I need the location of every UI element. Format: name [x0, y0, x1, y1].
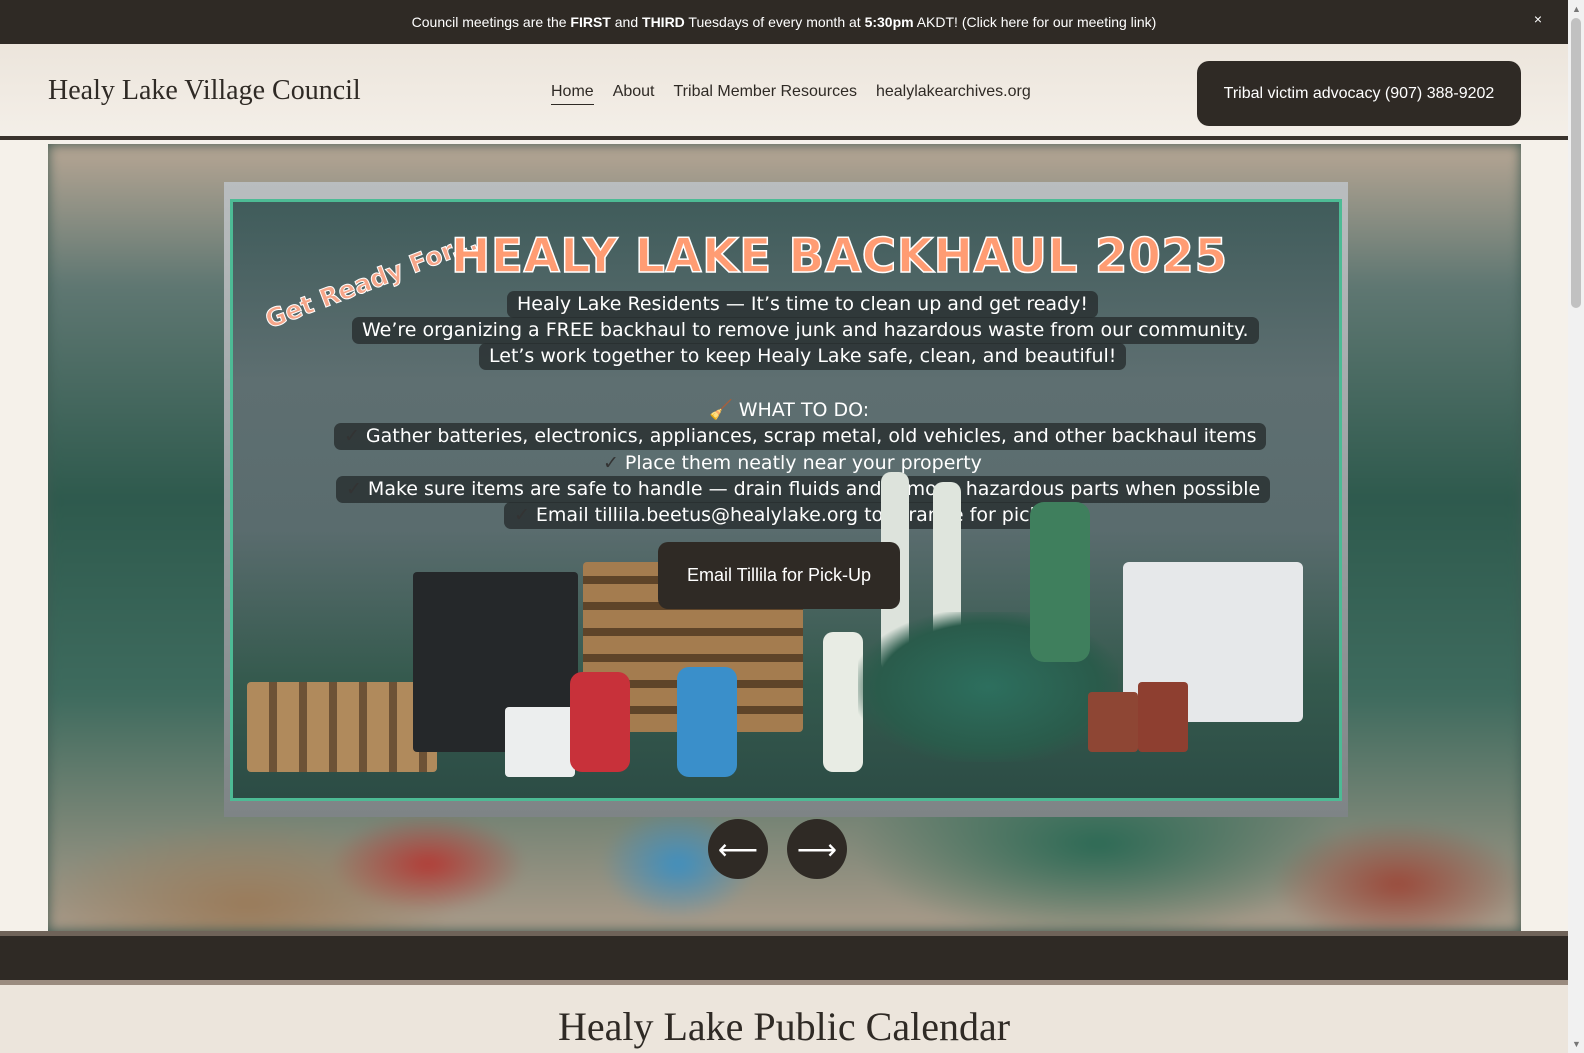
close-icon[interactable]: ×: [1534, 11, 1542, 27]
brown-battery: [1088, 692, 1138, 752]
banner-headline: HEALY LAKE BACKHAUL 2025: [450, 228, 1228, 285]
announcement-first: FIRST: [570, 14, 611, 30]
check-icon: ✓: [603, 452, 619, 474]
fluorescent-tube: [823, 632, 863, 772]
calendar-title: Healy Lake Public Calendar: [557, 1004, 1011, 1049]
backhaul-banner-image: Get Ready For... HEALY LAKE BACKHAUL 202…: [224, 182, 1348, 817]
email-pickup-button[interactable]: Email Tillila for Pick-Up: [658, 542, 900, 609]
banner-todo-item: ✓ Place them neatly near your property: [593, 450, 992, 477]
check-icon: ✓: [344, 425, 360, 447]
check-icon: ✓: [346, 478, 362, 500]
scroll-up-icon[interactable]: ▲: [1572, 4, 1581, 14]
nav-archives[interactable]: healylakearchives.org: [876, 83, 1031, 105]
banner-todo-heading: 🧹 WHAT TO DO:: [709, 399, 870, 421]
scroll-thumb[interactable]: [1571, 18, 1581, 308]
hero-slideshow: Get Ready For... HEALY LAKE BACKHAUL 202…: [48, 144, 1521, 931]
calendar-section: Healy Lake Public Calendar: [0, 985, 1568, 1053]
appliance: [505, 707, 575, 777]
announcement-part: and: [610, 14, 643, 30]
pallet: [247, 682, 437, 772]
banner-todo-text: Place them neatly near your property: [624, 452, 982, 474]
announcement-text[interactable]: Council meetings are the FIRST and THIRD…: [412, 14, 1157, 30]
announcement-third: THIRD: [642, 14, 685, 30]
site-title[interactable]: Healy Lake Village Council: [48, 75, 361, 107]
banner-todo-item: ✓ Email tillila.beetus@healylake.org to a…: [504, 502, 1082, 529]
banner-panel: Get Ready For... HEALY LAKE BACKHAUL 202…: [230, 199, 1342, 801]
banner-intro-line: Healy Lake Residents — It’s time to clea…: [507, 291, 1098, 318]
nav-about[interactable]: About: [613, 83, 655, 105]
arrow-right-icon: ⟶: [796, 833, 838, 865]
scroll-down-icon[interactable]: ▼: [1572, 1039, 1581, 1049]
nav-home[interactable]: Home: [551, 83, 594, 105]
check-icon: ✓: [514, 504, 530, 526]
announcement-part: Tuesdays of every month at: [684, 14, 865, 30]
banner-todo-item: ✓ Gather batteries, electronics, applianc…: [334, 423, 1267, 450]
banner-todo-item: ✓ Make sure items are safe to handle — dr…: [336, 476, 1271, 503]
announcement-link-text[interactable]: AKDT! (Click here for our meeting link): [914, 14, 1157, 30]
arrow-left-icon: ⟵: [717, 833, 759, 865]
victim-advocacy-button[interactable]: Tribal victim advocacy (907) 388-9202: [1197, 61, 1521, 126]
announcement-bar[interactable]: Council meetings are the FIRST and THIRD…: [0, 0, 1568, 44]
propane-tank: [1030, 502, 1090, 662]
banner-todo-text: Gather batteries, electronics, appliance…: [365, 425, 1257, 447]
section-divider: [0, 931, 1568, 985]
banner-intro-line: We’re organizing a FREE backhaul to remo…: [352, 317, 1259, 344]
next-slide-button[interactable]: ⟶: [787, 819, 847, 879]
banner-todo-text: Email tillila.beetus@healylake.org to ar…: [535, 504, 1072, 526]
banner-todo-text: Make sure items are safe to handle — dra…: [367, 478, 1261, 500]
previous-slide-button[interactable]: ⟵: [708, 819, 768, 879]
announcement-part: Council meetings are the: [411, 14, 571, 30]
page-scrollbar[interactable]: ▲ ▼: [1568, 0, 1584, 1053]
nav-tribal-member-resources[interactable]: Tribal Member Resources: [674, 83, 857, 105]
banner-intro-line: Let’s work together to keep Healy Lake s…: [479, 343, 1127, 370]
site-header: Healy Lake Village Council Home About Tr…: [0, 44, 1568, 140]
main-nav: Home About Tribal Member Resources healy…: [551, 83, 1031, 105]
brown-battery: [1138, 682, 1188, 752]
blue-battery: [677, 667, 737, 777]
red-battery: [570, 672, 630, 772]
announcement-time: 5:30pm: [864, 14, 914, 30]
